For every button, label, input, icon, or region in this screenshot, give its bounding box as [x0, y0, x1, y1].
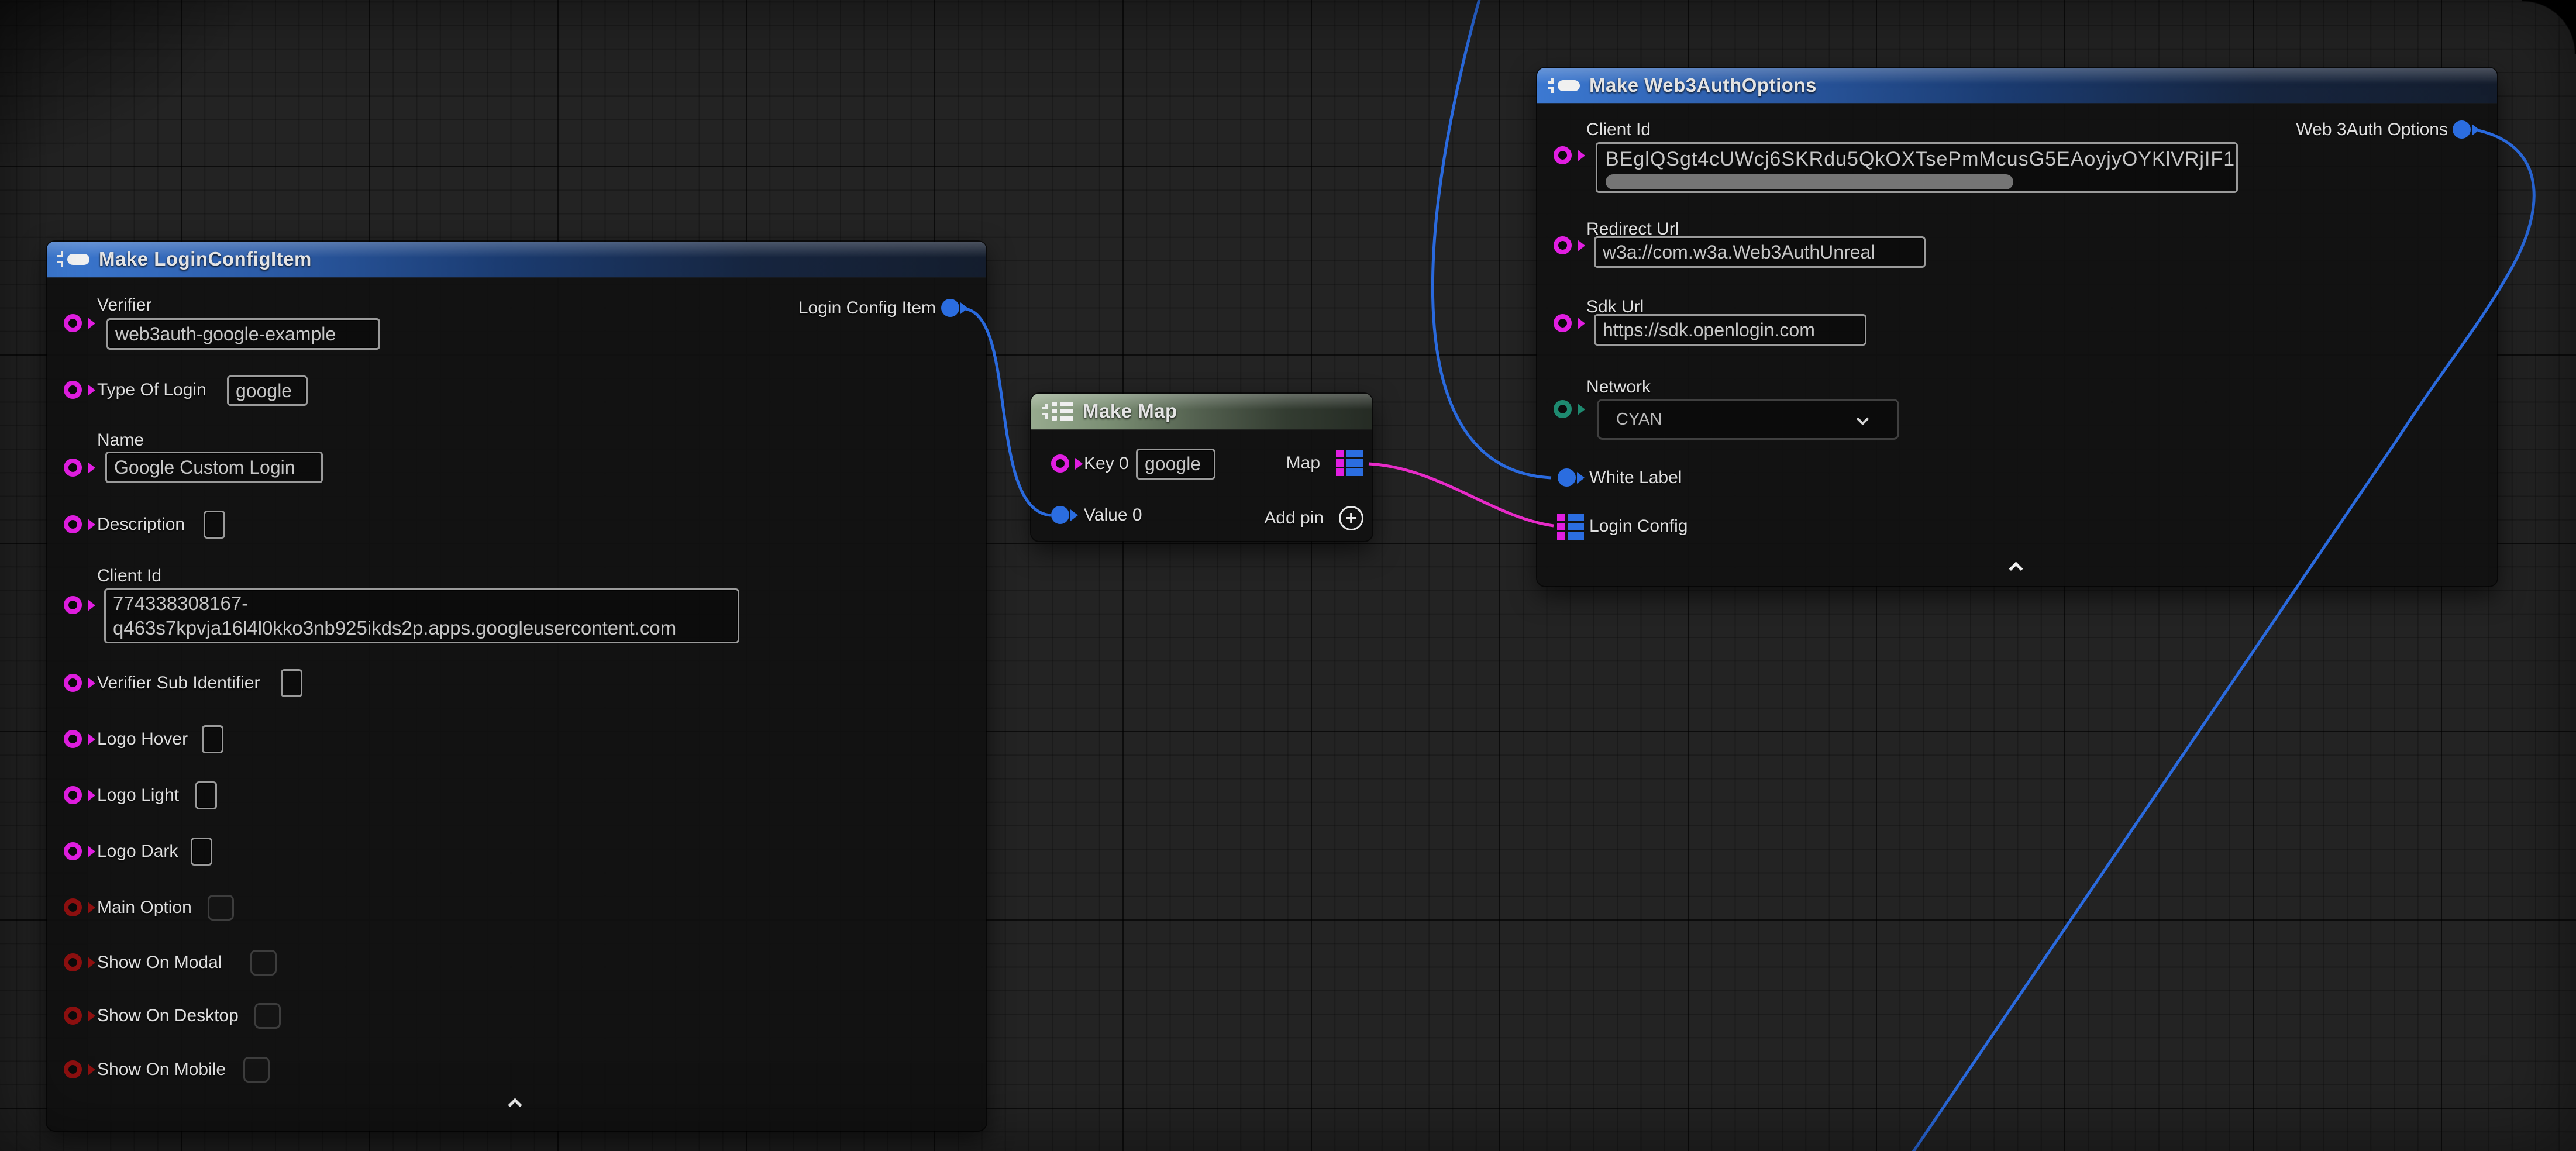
- output-pin-label-map: Map: [1286, 452, 1320, 474]
- pin-label-client-id: Client Id: [97, 565, 161, 587]
- node-header-make-web3auth-options[interactable]: Make Web3AuthOptions: [1537, 68, 2497, 104]
- pin-type-of-login[interactable]: [64, 381, 82, 399]
- node-title: Make LoginConfigItem: [99, 248, 312, 270]
- pin-client-id[interactable]: [64, 596, 82, 614]
- client-id-scrollbar[interactable]: [1606, 174, 2013, 189]
- show-on-mobile-checkbox[interactable]: [243, 1057, 270, 1083]
- output-pin-map[interactable]: [1336, 450, 1363, 476]
- pin-client-id[interactable]: [1554, 146, 1572, 164]
- pin-label-verifier: Verifier: [97, 294, 151, 316]
- verifier-input[interactable]: web3auth-google-example: [106, 318, 380, 350]
- pin-logo-hover[interactable]: [64, 730, 82, 748]
- network-selected-value: CYAN: [1616, 410, 1662, 429]
- client-id-input[interactable]: 774338308167- q463s7kpvja16l4l0kko3nb925…: [104, 588, 739, 643]
- verifier-sub-identifier-input[interactable]: [281, 669, 302, 697]
- pin-label-main-option: Main Option: [97, 897, 192, 919]
- pin-verifier[interactable]: [64, 314, 82, 332]
- pin-show-on-mobile[interactable]: [64, 1060, 82, 1078]
- output-pin-web3auth-options[interactable]: [2453, 120, 2471, 139]
- logo-light-input[interactable]: [195, 781, 217, 809]
- sdk-url-input[interactable]: https://sdk.openlogin.com: [1594, 314, 1866, 346]
- description-input[interactable]: [204, 511, 225, 539]
- main-option-checkbox[interactable]: [208, 895, 234, 921]
- node-header-make-login-config-item[interactable]: Make LoginConfigItem: [47, 242, 986, 278]
- node-title: Make Map: [1083, 400, 1177, 422]
- add-pin-label: Add pin: [1264, 507, 1324, 529]
- pin-label-value-0: Value 0: [1084, 504, 1142, 526]
- pin-show-on-modal[interactable]: [64, 953, 82, 971]
- pin-description[interactable]: [64, 515, 82, 533]
- client-id-input[interactable]: BEglQSgt4cUWcj6SKRdu5QkOXTsePmMcusG5EAoy…: [1596, 142, 2238, 193]
- pin-label-verifier-sub-identifier: Verifier Sub Identifier: [97, 672, 260, 694]
- pin-name[interactable]: [64, 459, 82, 477]
- pin-label-login-config: Login Config: [1589, 515, 1688, 537]
- pin-label-show-on-mobile: Show On Mobile: [97, 1059, 226, 1081]
- pin-label-logo-dark: Logo Dark: [97, 840, 178, 863]
- pin-show-on-desktop[interactable]: [64, 1007, 82, 1025]
- output-pin-login-config-item[interactable]: [941, 299, 959, 317]
- viewport-rounded-corner: [2522, 0, 2576, 54]
- pin-label-network: Network: [1586, 376, 1651, 398]
- pin-label-logo-light: Logo Light: [97, 784, 179, 807]
- client-id-text: BEglQSgt4cUWcj6SKRdu5QkOXTsePmMcusG5EAoy…: [1606, 144, 2238, 174]
- pin-label-show-on-modal: Show On Modal: [97, 952, 222, 974]
- node-make-web3auth-options[interactable]: Make Web3AuthOptions Web 3Auth Options C…: [1537, 68, 2497, 586]
- output-pin-label-web3auth-options: Web 3Auth Options: [2296, 119, 2448, 141]
- pin-login-config[interactable]: [1557, 514, 1584, 540]
- pin-label-type-of-login: Type Of Login: [97, 379, 206, 401]
- client-id-line2: q463s7kpvja16l4l0kko3nb925ikds2p.apps.go…: [113, 616, 676, 640]
- pin-logo-light[interactable]: [64, 786, 82, 804]
- make-struct-icon: [1548, 78, 1580, 93]
- pin-sdk-url[interactable]: [1554, 314, 1572, 332]
- name-input[interactable]: Google Custom Login: [105, 452, 323, 483]
- node-make-map[interactable]: Make Map Key 0 google Map Value 0 Add pi…: [1031, 394, 1372, 541]
- pin-label-show-on-desktop: Show On Desktop: [97, 1005, 239, 1027]
- pin-label-key-0: Key 0: [1084, 453, 1129, 475]
- pin-value-0[interactable]: [1051, 506, 1069, 524]
- add-pin-button[interactable]: +: [1339, 506, 1363, 530]
- node-make-login-config-item[interactable]: Make LoginConfigItem Login Config Item V…: [47, 242, 986, 1131]
- pin-key-0[interactable]: [1051, 454, 1069, 473]
- pin-white-label[interactable]: [1558, 468, 1576, 487]
- pin-label-white-label: White Label: [1589, 467, 1682, 489]
- collapse-node-chevron-icon[interactable]: [2009, 561, 2023, 576]
- pin-label-description: Description: [97, 514, 185, 536]
- dropdown-chevron-icon: [1857, 413, 1869, 425]
- logo-hover-input[interactable]: [202, 725, 223, 753]
- collapse-node-chevron-icon[interactable]: [508, 1098, 522, 1112]
- key-0-input[interactable]: google: [1136, 449, 1215, 480]
- type-of-login-input[interactable]: google: [227, 375, 308, 406]
- network-dropdown[interactable]: CYAN: [1597, 399, 1899, 440]
- pin-logo-dark[interactable]: [64, 842, 82, 860]
- pin-redirect-url[interactable]: [1554, 236, 1572, 254]
- show-on-desktop-checkbox[interactable]: [254, 1003, 281, 1029]
- node-header-make-map[interactable]: Make Map: [1031, 394, 1372, 430]
- blueprint-graph-canvas[interactable]: Make LoginConfigItem Login Config Item V…: [0, 0, 2576, 1151]
- wire-offscreen-to-white-label[interactable]: [1432, 0, 1551, 478]
- pin-main-option[interactable]: [64, 898, 82, 916]
- output-pin-label-login-config-item: Login Config Item: [798, 297, 936, 319]
- client-id-line1: 774338308167-: [113, 591, 248, 616]
- pin-verifier-sub-identifier[interactable]: [64, 674, 82, 692]
- node-title: Make Web3AuthOptions: [1589, 74, 1817, 97]
- redirect-url-input[interactable]: w3a://com.w3a.Web3AuthUnreal: [1594, 236, 1926, 268]
- make-struct-icon: [57, 251, 89, 267]
- pin-label-client-id: Client Id: [1586, 119, 1651, 141]
- logo-dark-input[interactable]: [191, 838, 212, 866]
- pin-label-logo-hover: Logo Hover: [97, 728, 188, 750]
- pin-network[interactable]: [1554, 400, 1572, 418]
- show-on-modal-checkbox[interactable]: [250, 950, 277, 976]
- pin-label-name: Name: [97, 429, 144, 452]
- wire-map-to-login-config[interactable]: [1369, 464, 1554, 526]
- make-map-icon: [1042, 402, 1073, 421]
